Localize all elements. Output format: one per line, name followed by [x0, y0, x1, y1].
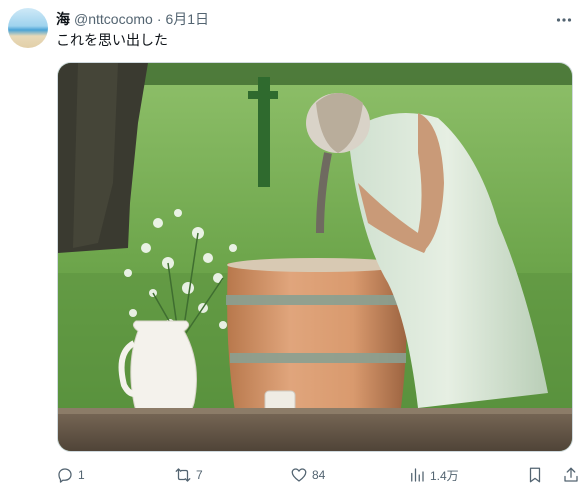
retweet-icon [175, 468, 191, 482]
tweet-text: これを思い出した [56, 32, 168, 48]
view-count: 1.4万 [430, 468, 459, 483]
reply-count: 1 [78, 468, 85, 482]
separator-dot: · [156, 11, 162, 27]
author-handle[interactable]: @nttcocomo [74, 9, 153, 29]
author-name[interactable]: 海 [56, 9, 70, 29]
views-chart-icon [411, 468, 424, 482]
bookmark-icon [529, 467, 541, 483]
wooden-barrel [227, 263, 407, 429]
tweet-media-photo[interactable] [57, 62, 573, 452]
wooden-table [58, 408, 572, 451]
bookmark-button[interactable] [526, 463, 544, 487]
like-count: 84 [312, 468, 326, 482]
share-icon [564, 467, 578, 482]
avatar[interactable] [8, 8, 48, 48]
tweet-date[interactable]: 6月1日 [165, 9, 209, 29]
more-options-icon[interactable] [554, 10, 574, 30]
retweet-count: 7 [196, 468, 203, 482]
share-button[interactable] [562, 463, 580, 487]
views-button[interactable]: 1.4万 [408, 463, 459, 487]
like-button[interactable]: 84 [290, 463, 325, 487]
heart-icon [291, 468, 307, 482]
reply-button[interactable]: 1 [56, 463, 85, 487]
reply-icon [58, 468, 72, 483]
tweet-actions: 1 7 84 1.4万 [56, 463, 578, 487]
tweet-header: 海 @nttcocomo · 6月1日 [56, 9, 576, 29]
retweet-button[interactable]: 7 [174, 463, 203, 487]
